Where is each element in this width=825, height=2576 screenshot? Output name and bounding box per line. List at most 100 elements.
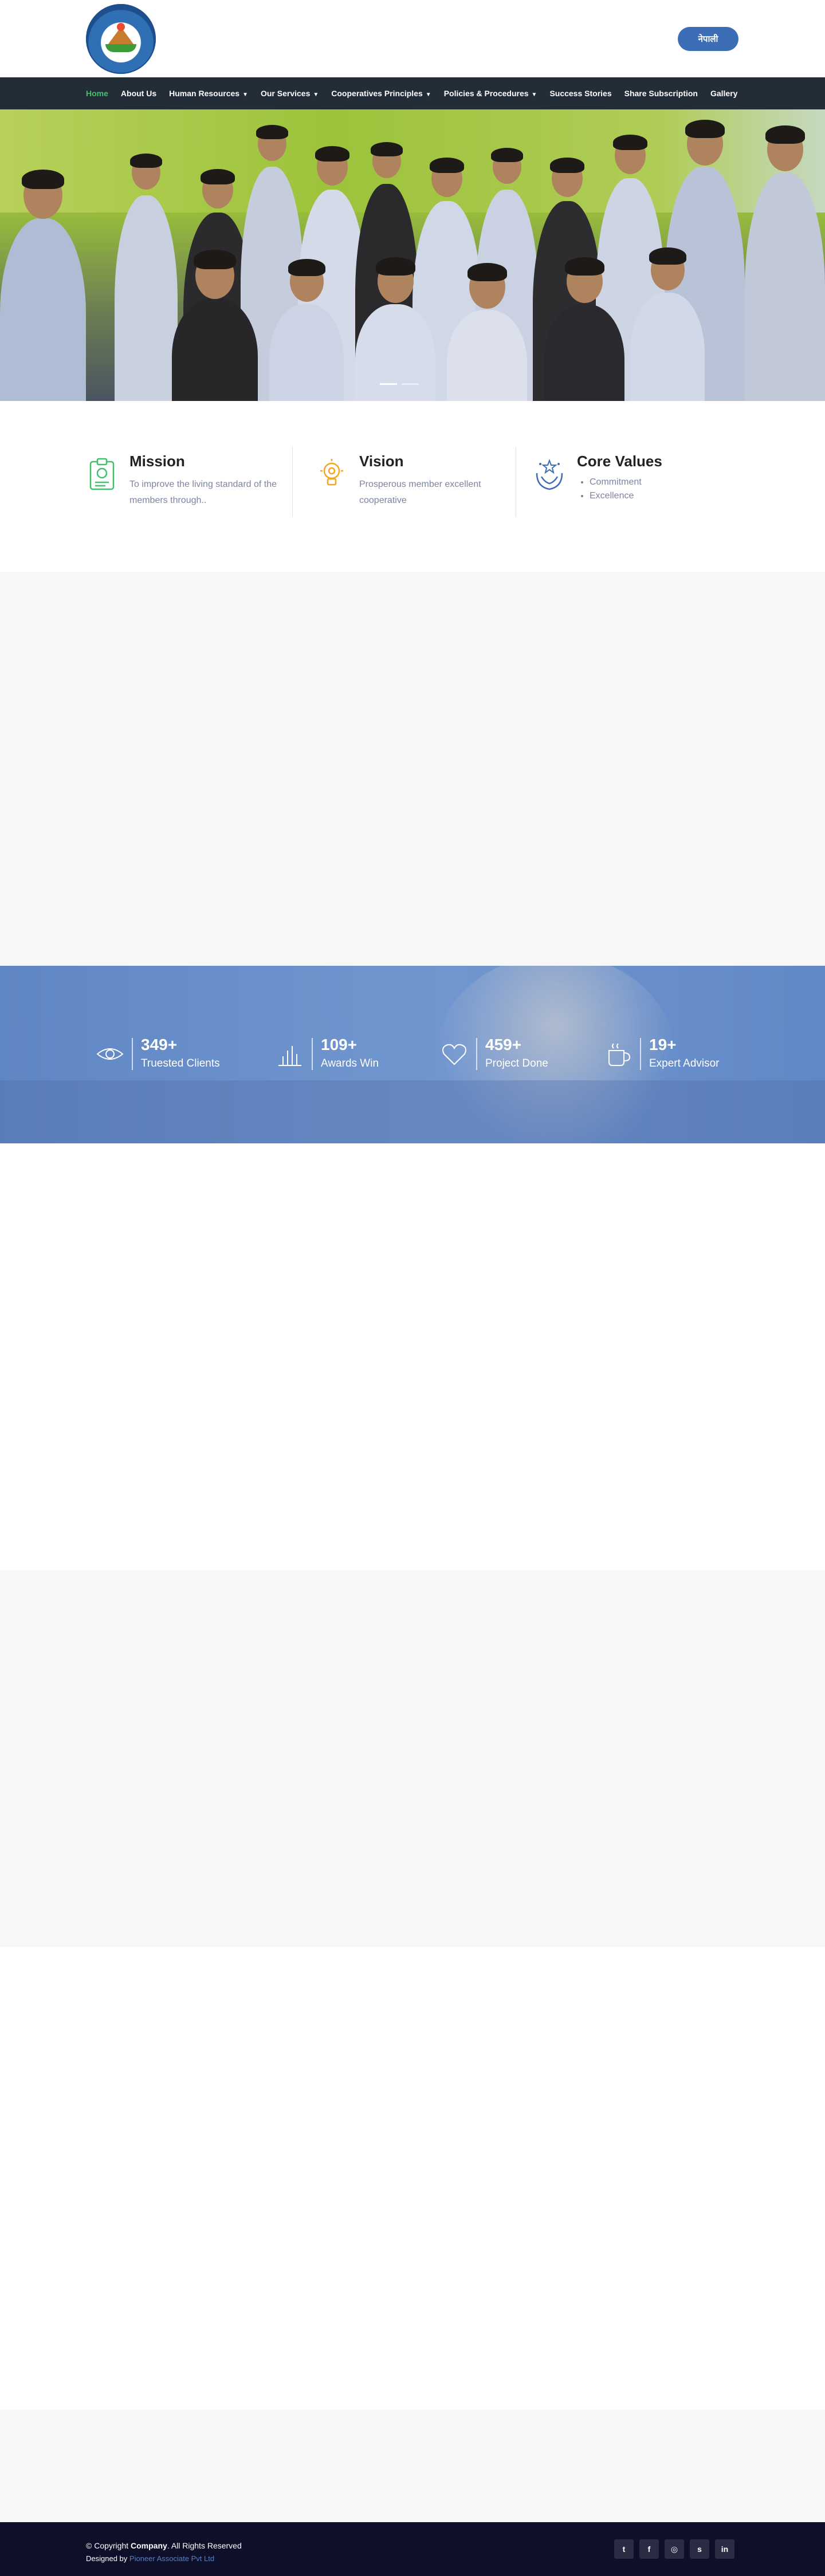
photo-hair <box>256 125 288 139</box>
nav-item-human-resources[interactable]: Human Resources ▼ <box>169 89 248 98</box>
facebook-icon[interactable]: f <box>639 2539 659 2559</box>
heart-icon <box>442 1044 466 1065</box>
designer-credit: Designed by Pioneer Associate Pvt Ltd <box>86 2554 214 2563</box>
photo-hair <box>564 257 604 276</box>
core-values-title: Core Values <box>577 453 662 470</box>
slider-dot[interactable] <box>380 383 397 385</box>
nav-item-label: Gallery <box>710 89 738 98</box>
nav-item-label: Policies & Procedures <box>443 89 529 98</box>
nav-list: Home About Us Human Resources ▼ Our Services… <box>86 77 750 109</box>
photo-hair <box>130 154 162 168</box>
site-header: नेपाली <box>0 0 825 77</box>
content-section-grey <box>0 2410 825 2522</box>
stat-label: Truested Clients <box>141 1057 220 1069</box>
nav-item-success-stories[interactable]: Success Stories <box>549 89 611 98</box>
photo-hair <box>375 257 415 276</box>
instagram-icon[interactable]: ◎ <box>665 2539 684 2559</box>
slider-pagination <box>380 383 423 385</box>
designed-by-label: Designed by <box>86 2554 128 2563</box>
photo-person <box>355 304 435 401</box>
mission-text: To improve the living standard of the me… <box>129 479 277 505</box>
photo-hair <box>613 135 647 150</box>
stats-background-desk <box>0 1080 825 1143</box>
cooperative-logo[interactable] <box>86 4 156 74</box>
photo-hair <box>467 263 507 281</box>
nav-item-gallery[interactable]: Gallery <box>710 89 737 98</box>
photo-hair <box>430 158 464 173</box>
photo-hair <box>491 148 523 162</box>
slider-dot[interactable] <box>402 383 419 385</box>
stat-label: Expert Advisor <box>649 1057 720 1069</box>
core-values-block: Core Values Commitment Excellence <box>516 447 740 517</box>
vision-text: Prosperous member excellent cooperative <box>359 479 481 505</box>
core-values-list: Commitment Excellence <box>577 475 642 503</box>
photo-person <box>447 310 527 401</box>
twitter-icon[interactable]: t <box>614 2539 634 2559</box>
chevron-down-icon: ▼ <box>242 92 248 98</box>
photo-person <box>630 293 705 401</box>
nav-item-label: Success Stories <box>549 89 612 98</box>
nav-item-about-us[interactable]: About Us <box>121 89 156 98</box>
stat-number: 19+ <box>649 1036 677 1053</box>
mission-block: Mission To improve the living standard o… <box>86 447 292 517</box>
copyright-suffix: . All Rights Reserved <box>167 2541 242 2550</box>
clipboard-icon <box>89 458 115 490</box>
designer-link[interactable]: Pioneer Associate Pvt Ltd <box>129 2554 214 2563</box>
social-links: t f ◎ s in <box>614 2539 740 2559</box>
nav-item-label: Share Subscription <box>624 89 698 98</box>
copyright-prefix: © Copyright <box>86 2541 129 2550</box>
company-name: Company <box>131 2541 167 2550</box>
photo-hair <box>288 259 325 276</box>
stat-number: 109+ <box>321 1036 358 1053</box>
hands-star-icon <box>536 459 563 490</box>
nav-item-policies-procedures[interactable]: Policies & Procedures ▼ <box>444 89 537 98</box>
chevron-down-icon: ▼ <box>425 92 431 98</box>
photo-person <box>269 304 344 401</box>
photo-person <box>172 298 258 401</box>
photo-person <box>0 218 86 401</box>
chevron-down-icon: ▼ <box>313 92 319 98</box>
stat-divider <box>132 1038 133 1070</box>
content-section-grey <box>0 1570 825 1947</box>
stat-number: 349+ <box>141 1036 178 1053</box>
stat-label: Awards Win <box>321 1057 379 1069</box>
nav-item-home[interactable]: Home <box>86 89 108 98</box>
photo-hair <box>22 170 64 189</box>
vision-block: Vision Prosperous member excellent coope… <box>292 447 516 517</box>
bar-chart-icon <box>278 1046 301 1066</box>
stat-divider <box>640 1038 641 1070</box>
eye-icon <box>96 1048 124 1060</box>
nav-item-label: Our Services <box>260 89 311 98</box>
skype-icon[interactable]: s <box>690 2539 709 2559</box>
vision-title: Vision <box>359 453 404 470</box>
nav-item-share-subscription[interactable]: Share Subscription <box>624 89 698 98</box>
photo-hair <box>194 250 236 269</box>
about-highlights: Mission To improve the living standard o… <box>86 447 739 517</box>
logo-field <box>105 44 136 52</box>
photo-hair <box>371 142 403 156</box>
coffee-cup-icon <box>608 1043 631 1066</box>
core-value-item: Excellence <box>590 489 642 503</box>
nav-item-label: Human Resources <box>169 89 240 98</box>
site-footer: © Copyright Company. All Rights Reserved… <box>0 2522 825 2576</box>
lightbulb-icon <box>320 459 343 486</box>
content-section-grey <box>0 572 825 966</box>
chevron-down-icon: ▼ <box>531 92 537 98</box>
nav-item-label: Cooperatives Principles <box>331 89 423 98</box>
language-toggle-button[interactable]: नेपाली <box>678 27 738 51</box>
nav-item-our-services[interactable]: Our Services ▼ <box>261 89 319 98</box>
photo-hair <box>685 120 725 138</box>
copyright-text: © Copyright Company. All Rights Reserved <box>86 2541 242 2550</box>
photo-hair <box>649 247 686 265</box>
nav-item-label: Home <box>86 89 108 98</box>
nav-item-cooperatives-principles[interactable]: Cooperatives Principles ▼ <box>331 89 431 98</box>
photo-hair <box>765 125 805 144</box>
photo-person <box>544 304 624 401</box>
main-nav: Home About Us Human Resources ▼ Our Services… <box>0 77 825 109</box>
nav-item-label: About Us <box>120 89 157 98</box>
photo-hair <box>315 146 349 162</box>
stat-label: Project Done <box>485 1057 548 1069</box>
photo-hair <box>550 158 584 173</box>
linkedin-icon[interactable]: in <box>715 2539 734 2559</box>
hero-slider[interactable] <box>0 109 825 401</box>
